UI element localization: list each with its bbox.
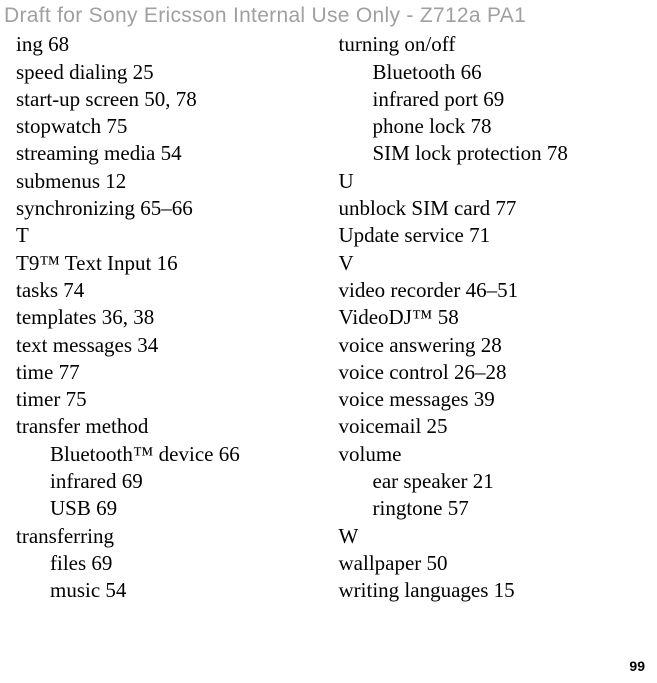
index-entry: timer 75	[16, 386, 327, 413]
index-entry: writing languages 15	[339, 577, 650, 604]
index-subentry: infrared port 69	[339, 86, 650, 113]
index-entry: synchronizing 65–66	[16, 195, 327, 222]
index-subentry: Bluetooth 66	[339, 59, 650, 86]
index-entry: VideoDJ™ 58	[339, 304, 650, 331]
index-column-left: ing 68speed dialing 25start-up screen 50…	[16, 31, 333, 604]
index-subentry: ringtone 57	[339, 495, 650, 522]
page-number: 99	[629, 657, 645, 675]
index-entry: tasks 74	[16, 277, 327, 304]
index-subentry: USB 69	[16, 495, 327, 522]
index-subentry: infrared 69	[16, 468, 327, 495]
index-heading: T	[16, 222, 327, 249]
index-subentry: ear speaker 21	[339, 468, 650, 495]
index-entry: voice control 26–28	[339, 359, 650, 386]
index-subentry: SIM lock protection 78	[339, 140, 650, 167]
index-entry: submenus 12	[16, 168, 327, 195]
index-entry: turning on/off	[339, 31, 650, 58]
index-entry: unblock SIM card 77	[339, 195, 650, 222]
index-entry: Update service 71	[339, 222, 650, 249]
index-column-right: turning on/offBluetooth 66infrared port …	[333, 31, 650, 604]
index-entry: voice answering 28	[339, 332, 650, 359]
index-heading: W	[339, 523, 650, 550]
index-entry: stopwatch 75	[16, 113, 327, 140]
index-entry: ing 68	[16, 31, 327, 58]
index-entry: wallpaper 50	[339, 550, 650, 577]
index-subentry: phone lock 78	[339, 113, 650, 140]
index-entry: video recorder 46–51	[339, 277, 650, 304]
index-entry: streaming media 54	[16, 140, 327, 167]
index-entry: volume	[339, 441, 650, 468]
index-entry: time 77	[16, 359, 327, 386]
index-entry: templates 36, 38	[16, 304, 327, 331]
index-entry: text messages 34	[16, 332, 327, 359]
index-subentry: music 54	[16, 577, 327, 604]
index-entry: speed dialing 25	[16, 59, 327, 86]
index-subentry: files 69	[16, 550, 327, 577]
index-columns: ing 68speed dialing 25start-up screen 50…	[0, 31, 657, 604]
index-entry: voice messages 39	[339, 386, 650, 413]
index-subentry: Bluetooth™ device 66	[16, 441, 327, 468]
index-entry: T9™ Text Input 16	[16, 250, 327, 277]
index-entry: transferring	[16, 523, 327, 550]
index-heading: V	[339, 250, 650, 277]
draft-header: Draft for Sony Ericsson Internal Use Onl…	[0, 0, 657, 31]
index-entry: voicemail 25	[339, 413, 650, 440]
index-entry: start-up screen 50, 78	[16, 86, 327, 113]
index-entry: transfer method	[16, 413, 327, 440]
index-heading: U	[339, 168, 650, 195]
